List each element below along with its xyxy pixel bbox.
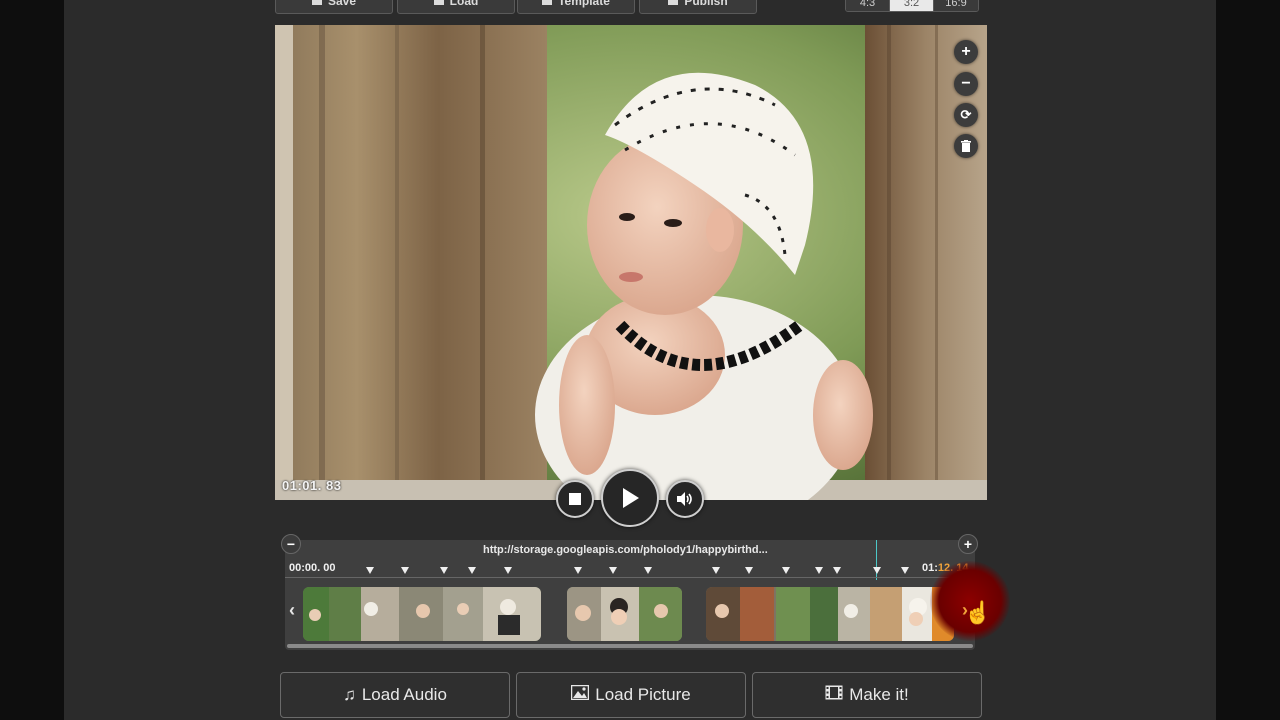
timeline-marker[interactable] bbox=[833, 567, 841, 574]
volume-icon bbox=[677, 492, 692, 506]
photo-preview[interactable] bbox=[275, 25, 987, 500]
timeline-marker[interactable] bbox=[574, 567, 582, 574]
zoom-out-icon[interactable]: − bbox=[954, 72, 978, 96]
timeline-marker[interactable] bbox=[815, 567, 823, 574]
load-audio-button[interactable]: ♫ Load Audio bbox=[280, 672, 510, 718]
photo-clip[interactable] bbox=[567, 587, 682, 641]
ratio-4-3[interactable]: 4:3 bbox=[846, 0, 890, 11]
play-button[interactable] bbox=[601, 469, 659, 527]
save-label: Save bbox=[327, 0, 357, 8]
timeline-marker[interactable] bbox=[712, 567, 720, 574]
aspect-ratio-selector: 4:3 3:2 16:9 bbox=[845, 0, 979, 12]
timeline-zoom-in-button[interactable]: + bbox=[958, 534, 978, 554]
publish-button[interactable]: Publish bbox=[639, 0, 757, 14]
playhead[interactable] bbox=[876, 540, 877, 580]
template-button[interactable]: Template bbox=[517, 0, 635, 14]
timeline-marker[interactable] bbox=[609, 567, 617, 574]
load-button[interactable]: Load bbox=[397, 0, 515, 14]
load-picture-button[interactable]: Load Picture bbox=[516, 672, 746, 718]
stop-icon bbox=[569, 493, 581, 505]
hand-cursor-icon: ☝ bbox=[964, 600, 992, 625]
timeline-start-time: 00:00. 00 bbox=[289, 562, 336, 574]
picture-icon bbox=[571, 684, 590, 705]
save-button[interactable]: Save bbox=[275, 0, 393, 14]
timeline-marker[interactable] bbox=[782, 567, 790, 574]
timeline-scrollbar[interactable] bbox=[287, 644, 973, 648]
timeline-marker[interactable] bbox=[504, 567, 512, 574]
timeline-marker[interactable] bbox=[901, 567, 909, 574]
ratio-3-2[interactable]: 3:2 bbox=[890, 0, 934, 11]
load-audio-label: Load Audio bbox=[361, 685, 447, 704]
load-icon bbox=[433, 0, 444, 5]
save-icon bbox=[311, 0, 322, 5]
photo-clip[interactable] bbox=[303, 587, 541, 641]
trash-icon[interactable] bbox=[954, 134, 978, 158]
ratio-16-9[interactable]: 16:9 bbox=[934, 0, 978, 11]
photo-clip[interactable] bbox=[706, 587, 954, 641]
zoom-in-icon[interactable]: + bbox=[954, 40, 978, 64]
timeline[interactable]: − + http://storage.googleapis.com/pholod… bbox=[281, 534, 978, 650]
load-label: Load bbox=[449, 0, 479, 8]
template-label: Template bbox=[558, 0, 610, 8]
film-icon bbox=[825, 685, 843, 705]
rotate-icon[interactable]: ⟳ bbox=[954, 103, 978, 127]
music-icon: ♫ bbox=[343, 685, 356, 704]
preview-timecode: 01:01. 83 bbox=[282, 478, 342, 493]
make-it-button[interactable]: Make it! bbox=[752, 672, 982, 718]
load-picture-label: Load Picture bbox=[595, 685, 691, 704]
timeline-marker[interactable] bbox=[366, 567, 374, 574]
end-time-prefix: 01: bbox=[922, 562, 938, 574]
timeline-divider bbox=[285, 577, 975, 578]
preview-photo bbox=[275, 25, 987, 500]
volume-button[interactable] bbox=[666, 480, 704, 518]
publish-label: Publish bbox=[684, 0, 728, 8]
make-it-label: Make it! bbox=[849, 685, 909, 704]
scroll-left-icon[interactable]: ‹ bbox=[289, 600, 295, 621]
audio-source-url: http://storage.googleapis.com/pholody1/h… bbox=[483, 544, 768, 556]
timeline-marker[interactable] bbox=[401, 567, 409, 574]
photo-clips bbox=[303, 587, 958, 641]
stop-button[interactable] bbox=[556, 480, 594, 518]
timeline-marker[interactable] bbox=[440, 567, 448, 574]
timeline-marker[interactable] bbox=[873, 567, 881, 574]
timeline-marker[interactable] bbox=[644, 567, 652, 574]
publish-icon bbox=[668, 0, 679, 5]
timeline-marker[interactable] bbox=[468, 567, 476, 574]
timeline-zoom-out-button[interactable]: − bbox=[281, 534, 301, 554]
template-icon bbox=[542, 0, 553, 5]
timeline-marker[interactable] bbox=[745, 567, 753, 574]
play-icon bbox=[623, 488, 639, 508]
